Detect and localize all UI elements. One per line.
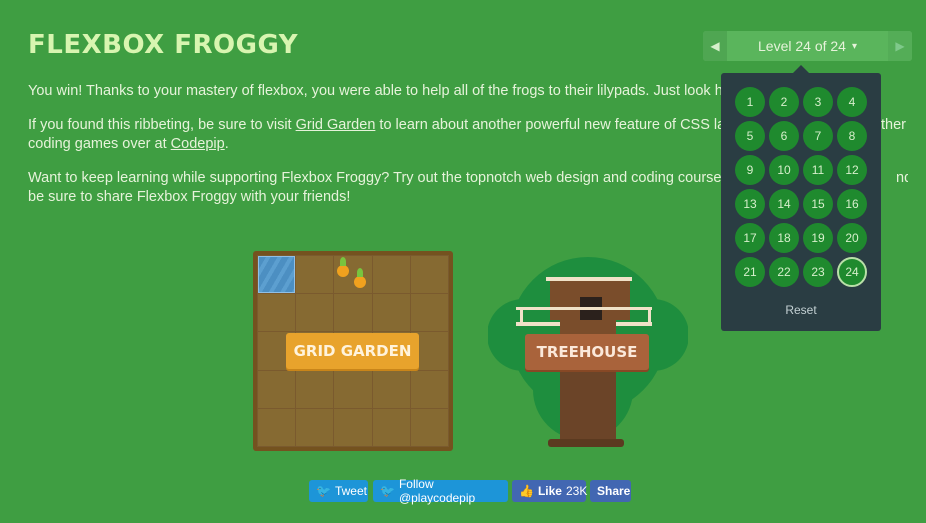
message-text-tail: nd	[896, 170, 908, 186]
message-text-tail: ther	[881, 117, 906, 133]
soil-tile	[258, 370, 296, 408]
soil-tile	[410, 256, 448, 294]
level-24-button[interactable]: 24	[837, 257, 867, 287]
tweet-button[interactable]: 🐦 Tweet	[309, 480, 368, 502]
level-indicator[interactable]: Level 24 of 24 ▾	[727, 31, 888, 61]
message-text: .	[224, 136, 229, 152]
message-text: coding games over at	[28, 136, 171, 152]
level-18-button[interactable]: 18	[769, 223, 799, 253]
level-22-button[interactable]: 22	[769, 257, 799, 287]
like-count: 23K	[565, 484, 588, 498]
water-tile	[258, 256, 296, 294]
level-19-button[interactable]: 19	[803, 223, 833, 253]
soil-tile	[334, 370, 372, 408]
soil-tile	[296, 370, 334, 408]
soil-tile	[372, 256, 410, 294]
soil-tile	[372, 294, 410, 332]
level-13-button[interactable]: 13	[735, 189, 765, 219]
level-23-button[interactable]: 23	[803, 257, 833, 287]
grid-garden-button[interactable]: GRID GARDEN	[286, 333, 419, 369]
soil-tile	[410, 294, 448, 332]
twitter-bird-icon: 🐦	[316, 484, 331, 498]
twitter-bird-icon: 🐦	[380, 484, 395, 498]
grid-garden-link[interactable]: Grid Garden	[296, 116, 376, 135]
arrow-left-icon: ◀	[710, 39, 720, 53]
message-text: to learn about another powerful new feat…	[375, 117, 726, 133]
level-5-button[interactable]: 5	[735, 121, 765, 151]
previous-level-button[interactable]: ◀	[703, 31, 727, 61]
caret-down-icon: ▾	[851, 40, 857, 52]
tweet-label: Tweet	[334, 484, 367, 498]
level-navigation: ◀ Level 24 of 24 ▾ ▶	[703, 31, 912, 61]
level-4-button[interactable]: 4	[837, 87, 867, 117]
follow-button[interactable]: 🐦 Follow @playcodepip	[373, 477, 508, 505]
share-button[interactable]: Share	[590, 480, 631, 502]
page-title: FLEXBOX FROGGY	[28, 30, 299, 60]
level-dropdown: 1 2 3 4 5 6 7 8 9 10 11 12 13 14 15 16 17 18 19 20 21 22 23 24 …	[721, 65, 881, 331]
level-3-button[interactable]: 3	[803, 87, 833, 117]
next-level-button[interactable]: ▶	[888, 31, 912, 61]
soil-tile	[334, 408, 372, 446]
soil-tile	[258, 294, 296, 332]
follow-label: Follow @playcodepip	[398, 477, 476, 505]
soil-tile	[258, 408, 296, 446]
level-6-button[interactable]: 6	[769, 121, 799, 151]
level-grid: 1 2 3 4 5 6 7 8 9 10 11 12 13 14 15 16 17 18 19 20 21 22 23 24	[735, 87, 867, 287]
arrow-right-icon: ▶	[895, 39, 905, 53]
level-label: Level 24 of 24	[758, 38, 846, 54]
soil-tile	[296, 408, 334, 446]
level-17-button[interactable]: 17	[735, 223, 765, 253]
soil-tile	[410, 408, 448, 446]
carrot-icon	[354, 268, 366, 288]
level-1-button[interactable]: 1	[735, 87, 765, 117]
level-20-button[interactable]: 20	[837, 223, 867, 253]
treehouse-button[interactable]: TREEHOUSE	[525, 334, 649, 370]
reset-button[interactable]: Reset	[721, 303, 881, 317]
message-text: If you found this ribbeting, be sure to …	[28, 117, 296, 133]
level-14-button[interactable]: 14	[769, 189, 799, 219]
level-15-button[interactable]: 15	[803, 189, 833, 219]
carrot-icon	[337, 257, 349, 277]
like-label: Like	[537, 484, 562, 498]
level-10-button[interactable]: 10	[769, 155, 799, 185]
like-button[interactable]: 👍 Like 23K	[512, 480, 588, 502]
level-9-button[interactable]: 9	[735, 155, 765, 185]
soil-tile	[372, 408, 410, 446]
soil-tile	[296, 256, 334, 294]
soil-tile	[296, 294, 334, 332]
level-2-button[interactable]: 2	[769, 87, 799, 117]
level-12-button[interactable]: 12	[837, 155, 867, 185]
level-16-button[interactable]: 16	[837, 189, 867, 219]
soil-tile	[372, 370, 410, 408]
level-8-button[interactable]: 8	[837, 121, 867, 151]
level-11-button[interactable]: 11	[803, 155, 833, 185]
soil-tile	[334, 294, 372, 332]
soil-tile	[410, 370, 448, 408]
thumbs-up-icon: 👍	[519, 484, 534, 498]
level-7-button[interactable]: 7	[803, 121, 833, 151]
level-21-button[interactable]: 21	[735, 257, 765, 287]
codepip-link[interactable]: Codepip	[171, 136, 225, 152]
message-text: Want to keep learning while supporting F…	[28, 170, 722, 186]
